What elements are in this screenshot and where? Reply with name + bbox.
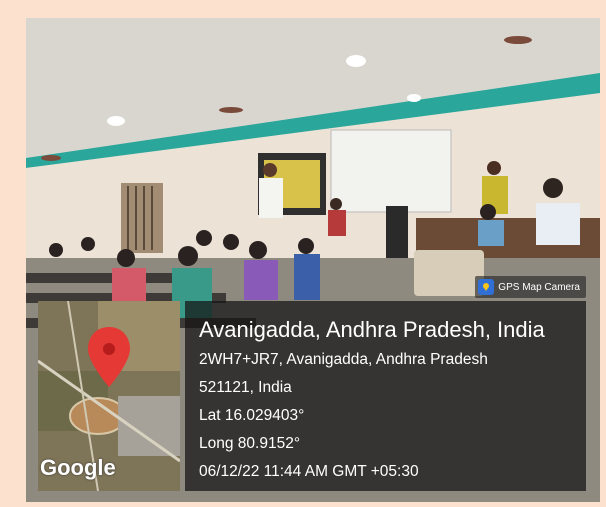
gps-map-camera-app-icon xyxy=(478,279,495,295)
address-line-1: 2WH7+JR7, Avanigadda, Andhra Pradesh xyxy=(199,351,488,368)
google-attribution: Google xyxy=(40,455,116,480)
gps-map-camera-badge: GPS Map Camera xyxy=(475,276,586,298)
photo-frame: GPS Map Camera Google Avanigadda, Andhra… xyxy=(0,0,606,507)
location-info-panel: Avanigadda, Andhra Pradesh, India 2WH7+J… xyxy=(185,301,586,491)
classroom-photo: GPS Map Camera Google Avanigadda, Andhra… xyxy=(26,18,600,502)
location-title: Avanigadda, Andhra Pradesh, India xyxy=(199,317,545,342)
address-line-2: 521121, India xyxy=(199,379,292,396)
longitude: Long 80.9152° xyxy=(199,435,301,452)
map-thumbnail: Google xyxy=(38,301,180,491)
latitude: Lat 16.029403° xyxy=(199,407,305,424)
badge-label: GPS Map Camera xyxy=(498,281,580,293)
location-overlay: Google Avanigadda, Andhra Pradesh, India… xyxy=(38,301,586,491)
timestamp: 06/12/22 11:44 AM GMT +05:30 xyxy=(199,463,419,480)
